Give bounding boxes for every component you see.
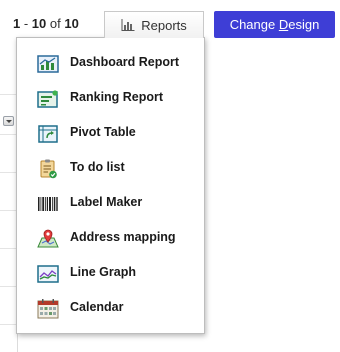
menu-item-address-mapping[interactable]: Address mapping xyxy=(17,221,204,256)
reports-menu: Dashboard Report Ranking Report Pivot Ta… xyxy=(16,37,205,334)
of-text: of xyxy=(46,16,65,31)
pivot-table-icon xyxy=(37,124,59,144)
ranking-report-icon xyxy=(37,89,59,109)
change-design-label-suffix: esign xyxy=(288,17,320,32)
page: 1 - 10 of 10 Reports Change Design Dashb… xyxy=(0,0,340,352)
menu-item-label: To do list xyxy=(70,160,125,174)
menu-item-label: Line Graph xyxy=(70,265,136,279)
change-design-label-accesskey: D xyxy=(278,17,289,32)
bar-chart-icon xyxy=(121,19,135,31)
calendar-icon xyxy=(37,299,59,319)
line-graph-icon xyxy=(37,264,59,284)
dashboard-report-icon xyxy=(37,54,59,74)
menu-item-label: Ranking Report xyxy=(70,90,164,104)
barcode-icon xyxy=(37,194,59,214)
column-dropdown-toggle[interactable] xyxy=(3,116,14,126)
menu-item-dashboard-report[interactable]: Dashboard Report xyxy=(17,46,204,81)
menu-item-calendar[interactable]: Calendar xyxy=(17,291,204,326)
range-separator: - xyxy=(20,16,32,31)
menu-item-label: Calendar xyxy=(70,300,124,314)
menu-item-ranking-report[interactable]: Ranking Report xyxy=(17,81,204,116)
change-design-label-prefix: Change xyxy=(229,17,279,32)
menu-item-pivot-table[interactable]: Pivot Table xyxy=(17,116,204,151)
change-design-button[interactable]: Change Design xyxy=(214,11,335,38)
menu-item-label-maker[interactable]: Label Maker xyxy=(17,186,204,221)
menu-item-label: Dashboard Report xyxy=(70,55,180,69)
menu-item-line-graph[interactable]: Line Graph xyxy=(17,256,204,291)
menu-item-label: Label Maker xyxy=(70,195,143,209)
total-count: 10 xyxy=(64,16,79,31)
reports-button[interactable]: Reports xyxy=(104,11,204,38)
todo-list-icon xyxy=(37,159,59,179)
menu-item-label: Address mapping xyxy=(70,230,176,244)
menu-item-to-do-list[interactable]: To do list xyxy=(17,151,204,186)
pagination-status: 1 - 10 of 10 xyxy=(13,16,79,31)
reports-button-label: Reports xyxy=(141,17,187,33)
map-icon xyxy=(37,229,59,249)
menu-item-label: Pivot Table xyxy=(70,125,136,139)
range-end: 10 xyxy=(31,16,47,31)
